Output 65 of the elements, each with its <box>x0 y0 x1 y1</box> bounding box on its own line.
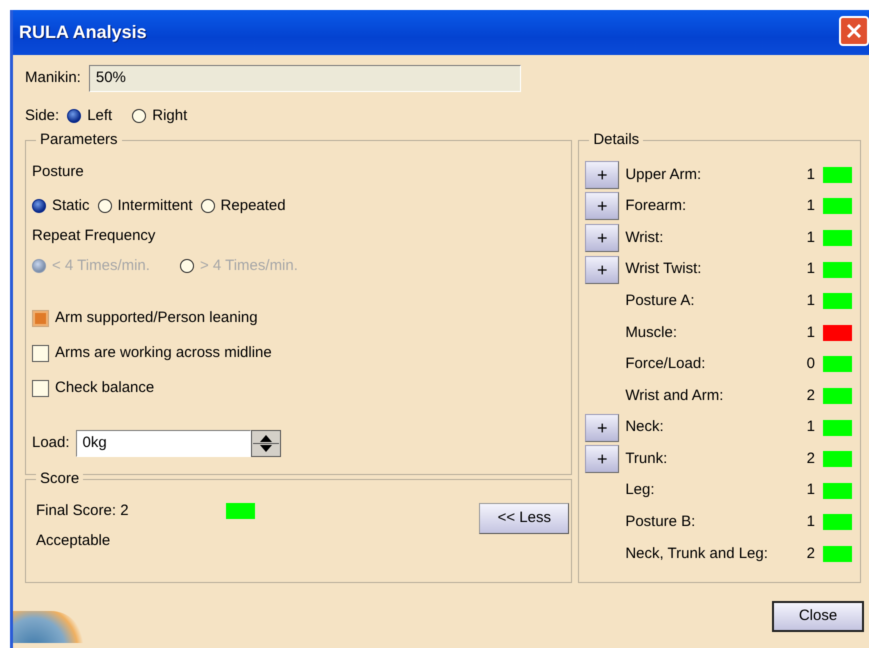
detail-label: Upper Arm: <box>625 164 702 185</box>
window-title: RULA Analysis <box>19 21 147 44</box>
checkbox[interactable] <box>32 380 49 397</box>
manikin-label: Manikin: <box>25 68 81 88</box>
detail-value: 1 <box>806 228 815 248</box>
detail-value: 1 <box>806 290 815 311</box>
detail-value: 1 <box>806 417 815 438</box>
radio-label: Left <box>87 106 112 126</box>
final-score: Final Score: 2 <box>36 500 130 521</box>
expand-button[interactable]: + <box>585 256 620 284</box>
detail-label: Leg: <box>625 480 656 500</box>
radio-label: Repeated <box>220 196 286 216</box>
detail-value: 2 <box>806 448 815 469</box>
checkbox-label: Check balance <box>55 378 154 398</box>
radio-label: Intermittent <box>118 196 193 216</box>
close-button[interactable]: Close <box>772 601 864 632</box>
radio-label: Right <box>152 106 188 126</box>
radio-button[interactable] <box>67 109 82 123</box>
frequency-label: Repeat Frequency <box>32 226 156 246</box>
load-label: Load: <box>32 433 70 454</box>
radio-label: < 4 Times/min. <box>52 256 150 276</box>
detail-label: Muscle: <box>625 322 678 343</box>
radio-label: Static <box>52 196 90 216</box>
radio-label: > 4 Times/min. <box>200 256 298 276</box>
checkbox-label: Arms are working across midline <box>55 343 272 364</box>
expand-button[interactable]: + <box>585 160 620 189</box>
detail-label: Trunk: <box>625 448 668 469</box>
close-icon[interactable] <box>839 16 869 46</box>
side-label: Side: <box>25 106 60 126</box>
detail-value: 2 <box>806 386 815 406</box>
posture-label: Posture <box>32 162 85 182</box>
radio-button[interactable] <box>98 199 112 213</box>
detail-value: 0 <box>806 354 815 374</box>
checkbox[interactable] <box>32 310 49 327</box>
radio-button[interactable] <box>200 199 215 213</box>
sphere-drawing <box>13 611 83 643</box>
checkbox-label: Arm supported/Person leaning <box>55 308 258 328</box>
detail-label: Neck: <box>625 417 665 438</box>
detail-label: Posture B: <box>625 512 696 532</box>
manikin-field[interactable]: 50% <box>88 64 521 92</box>
score-verdict: Acceptable <box>36 532 110 549</box>
detail-value: 1 <box>806 480 815 500</box>
detail-value: 1 <box>806 512 815 532</box>
detail-value: 1 <box>806 259 815 280</box>
spinner-icon[interactable] <box>250 430 281 457</box>
radio-button[interactable] <box>32 199 46 213</box>
detail-value: 2 <box>806 544 815 564</box>
detail-value: 1 <box>806 196 815 216</box>
detail-label: Wrist: <box>625 228 664 248</box>
expand-button[interactable]: + <box>585 445 620 474</box>
detail-value: 1 <box>806 164 815 185</box>
expand-button[interactable]: + <box>585 224 620 252</box>
detail-value: 1 <box>806 322 815 343</box>
radio-button[interactable] <box>132 109 146 123</box>
expand-button[interactable]: + <box>585 192 620 220</box>
detail-label: Wrist Twist: <box>625 259 702 280</box>
less-button[interactable]: << Less <box>479 502 570 534</box>
load-field[interactable]: 0kg <box>76 430 251 457</box>
expand-button[interactable]: + <box>585 414 620 442</box>
detail-label: Force/Load: <box>625 354 706 374</box>
detail-label: Wrist and Arm: <box>625 386 724 406</box>
detail-label: Forearm: <box>625 196 688 216</box>
checkbox[interactable] <box>32 345 49 362</box>
detail-label: Posture A: <box>625 290 696 311</box>
detail-label: Neck, Trunk and Leg: <box>625 544 769 564</box>
